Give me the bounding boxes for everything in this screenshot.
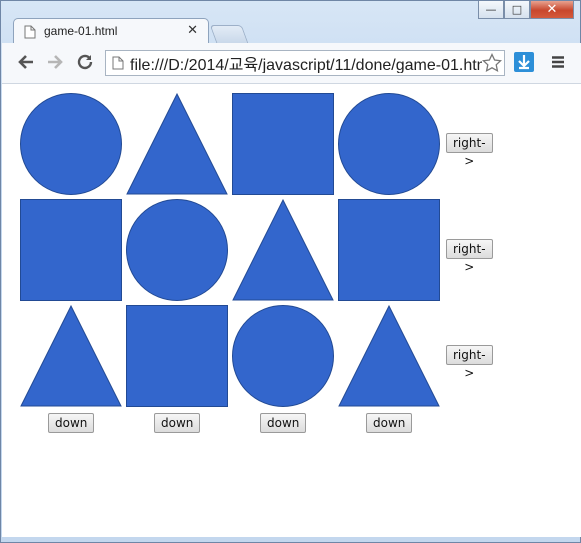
board-cell-square <box>20 199 122 301</box>
forward-button[interactable] <box>44 51 66 73</box>
tab-title: game-01.html <box>44 24 118 38</box>
square-shape <box>338 199 440 301</box>
browser-window: — □ ✕ game-01.html ✕ file:///D:/2014/교육/… <box>0 0 581 543</box>
minimize-button[interactable]: — <box>478 1 504 19</box>
reload-button[interactable] <box>74 51 96 73</box>
hamburger-menu-icon <box>552 56 564 68</box>
board-cell-square <box>126 305 228 407</box>
square-shape <box>126 305 228 407</box>
shift-right-button[interactable]: right-> <box>446 345 493 380</box>
back-button[interactable] <box>15 51 37 73</box>
browser-toolbar <box>2 43 581 84</box>
shift-right-button[interactable]: right-> <box>446 133 493 168</box>
circle-shape <box>232 305 334 407</box>
download-arrow-icon <box>518 55 530 70</box>
shift-down-button[interactable]: down <box>366 413 413 433</box>
triangle-shape <box>20 305 122 407</box>
window-controls: — □ ✕ <box>478 1 574 19</box>
minimize-icon: — <box>485 3 497 16</box>
triangle-shape <box>338 305 440 407</box>
page-icon <box>112 56 124 70</box>
browser-tab[interactable]: game-01.html ✕ <box>13 18 209 44</box>
maximize-icon: □ <box>511 3 523 16</box>
board-cell-square <box>232 93 334 195</box>
board-cell-circle <box>232 305 334 407</box>
back-arrow-icon <box>18 55 33 69</box>
circle-shape <box>20 93 122 195</box>
forward-arrow-icon <box>48 55 63 69</box>
square-shape <box>20 199 122 301</box>
board-cell-circle <box>20 93 122 195</box>
window-close-button[interactable]: ✕ <box>530 1 574 19</box>
board-cell-square <box>338 199 440 301</box>
maximize-button[interactable]: □ <box>504 1 530 19</box>
page-icon <box>24 25 36 39</box>
board-cell-triangle <box>232 199 334 301</box>
download-button[interactable] <box>514 52 534 72</box>
shift-down-button[interactable]: down <box>260 413 307 433</box>
close-icon: ✕ <box>546 2 558 17</box>
circle-shape <box>126 199 228 301</box>
board-cell-triangle <box>338 305 440 407</box>
triangle-shape <box>232 199 334 301</box>
reload-icon <box>77 54 93 70</box>
new-tab-button[interactable] <box>209 25 249 43</box>
circle-shape <box>338 93 440 195</box>
tab-close-icon[interactable]: ✕ <box>187 23 198 38</box>
url-input[interactable] <box>130 53 482 73</box>
board-cell-circle <box>126 199 228 301</box>
address-bar[interactable] <box>105 50 505 76</box>
shift-down-button[interactable]: down <box>154 413 201 433</box>
board-cell-triangle <box>20 305 122 407</box>
menu-button[interactable] <box>547 51 569 73</box>
bookmark-star-icon[interactable] <box>482 53 502 73</box>
shift-right-button[interactable]: right-> <box>446 239 493 274</box>
board-cell-circle <box>338 93 440 195</box>
shift-down-button[interactable]: down <box>48 413 95 433</box>
page-content: right-> right-> right-> down down down down <box>2 84 581 537</box>
square-shape <box>232 93 334 195</box>
board-cell-triangle <box>126 93 228 195</box>
triangle-shape <box>126 93 228 195</box>
